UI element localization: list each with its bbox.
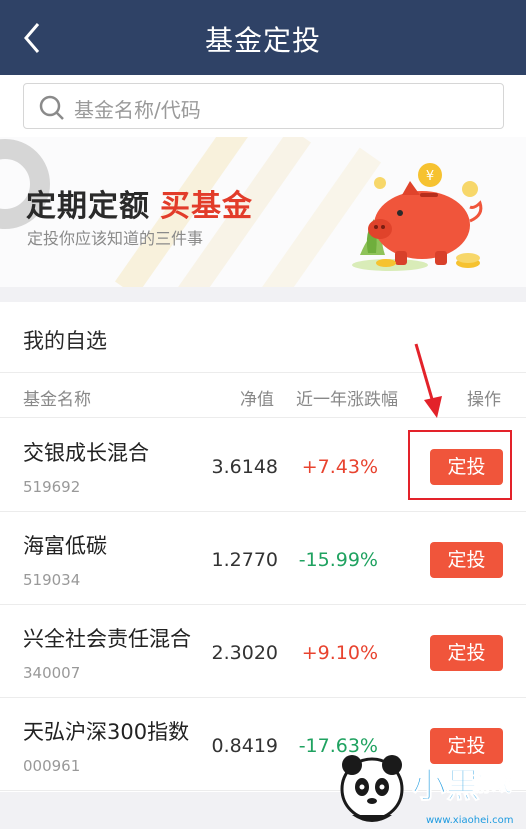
- fund-name: 海富低碳: [23, 534, 107, 558]
- search-placeholder: 基金名称/代码: [74, 98, 201, 122]
- page-title: 基金定投: [204, 24, 321, 57]
- fund-nav: 0.8419: [211, 735, 278, 757]
- search-bar: 基金名称/代码: [0, 75, 526, 137]
- table-row[interactable]: 兴全社会责任混合 340007 2.3020 +9.10% 定投: [0, 605, 526, 698]
- fund-change: +9.10%: [301, 642, 378, 664]
- fund-code: 519034: [23, 571, 81, 589]
- fund-code: 340007: [23, 664, 81, 682]
- column-header-nav: 净值: [240, 390, 274, 410]
- fund-name: 交银成长混合: [23, 441, 149, 465]
- fund-change: -15.99%: [298, 549, 378, 571]
- fund-name: 兴全社会责任混合: [23, 627, 191, 651]
- search-icon: [39, 95, 64, 120]
- search-input[interactable]: 基金名称/代码: [23, 83, 504, 129]
- svg-text:¥: ¥: [426, 169, 434, 184]
- top-nav-bar: 基金定投: [0, 0, 526, 75]
- banner-headline-main: 定期定额: [26, 189, 150, 224]
- svg-text:小黑: 小黑: [412, 766, 480, 806]
- fund-code: 000961: [23, 757, 81, 775]
- banner-headline: 定期定额 买基金: [26, 181, 253, 225]
- invest-button[interactable]: 定投: [430, 542, 503, 578]
- table-row[interactable]: 海富低碳 519034 1.2770 -15.99% 定投: [0, 512, 526, 605]
- banner-headline-accent: 买基金: [160, 189, 253, 224]
- column-header-change: 近一年涨跌幅: [296, 390, 398, 410]
- svg-text:www.xiaohei.com: www.xiaohei.com: [426, 815, 514, 826]
- svg-text:游戏: 游戏: [472, 772, 512, 796]
- column-header-name: 基金名称: [23, 390, 91, 410]
- banner-subtitle: 定投你应该知道的三件事: [27, 229, 204, 248]
- fund-nav: 1.2770: [211, 549, 278, 571]
- invest-button[interactable]: 定投: [430, 635, 503, 671]
- fund-name: 天弘沪深300指数: [23, 720, 190, 744]
- fund-change: +7.43%: [301, 456, 378, 478]
- piggy-bank-icon: ¥: [352, 163, 483, 271]
- fund-nav: 2.3020: [211, 642, 278, 664]
- watchlist-title: 我的自选: [23, 329, 107, 353]
- promo-banner[interactable]: 定期定额 买基金 定投你应该知道的三件事 ¥: [0, 137, 526, 287]
- fund-nav: 3.6148: [211, 456, 278, 478]
- column-header-action: 操作: [467, 390, 501, 410]
- panda-logo-watermark: 小黑 游戏 www.xiaohei.com: [340, 755, 514, 826]
- annotation-highlight-box: [408, 430, 512, 500]
- fund-code: 519692: [23, 478, 81, 496]
- annotation-arrow-icon: [414, 343, 442, 418]
